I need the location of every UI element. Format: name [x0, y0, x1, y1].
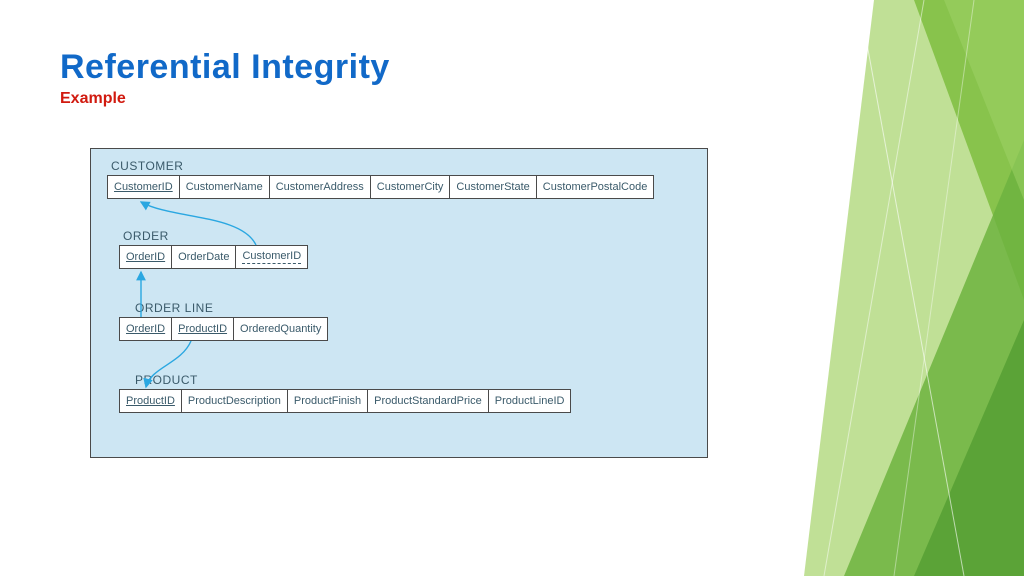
table-row-product: ProductID ProductDescription ProductFini…	[119, 389, 571, 413]
col-customer-customercity: CustomerCity	[371, 175, 451, 199]
col-orderline-orderedquantity: OrderedQuantity	[234, 317, 328, 341]
table-label-orderline: ORDER LINE	[135, 301, 213, 315]
col-orderline-orderid: OrderID	[119, 317, 172, 341]
col-product-productstandardprice: ProductStandardPrice	[368, 389, 489, 413]
col-product-productid: ProductID	[119, 389, 182, 413]
slide-title: Referential Integrity	[60, 48, 390, 87]
col-customer-customerpostalcode: CustomerPostalCode	[537, 175, 655, 199]
col-customer-customeraddress: CustomerAddress	[270, 175, 371, 199]
table-label-customer: CUSTOMER	[111, 159, 183, 173]
col-order-customerid: CustomerID	[236, 245, 308, 269]
col-customer-customerstate: CustomerState	[450, 175, 536, 199]
col-order-orderid: OrderID	[119, 245, 172, 269]
schema-diagram: CUSTOMER CustomerID CustomerName Custome…	[90, 148, 708, 458]
table-label-order: ORDER	[123, 229, 169, 243]
col-product-productfinish: ProductFinish	[288, 389, 368, 413]
slide-subtitle: Example	[60, 90, 126, 108]
table-row-order: OrderID OrderDate CustomerID	[119, 245, 308, 269]
table-row-orderline: OrderID ProductID OrderedQuantity	[119, 317, 328, 341]
col-product-productlineid: ProductLineID	[489, 389, 572, 413]
col-order-orderdate: OrderDate	[172, 245, 236, 269]
table-row-customer: CustomerID CustomerName CustomerAddress …	[107, 175, 654, 199]
table-label-product: PRODUCT	[135, 373, 198, 387]
col-customer-customerid: CustomerID	[107, 175, 180, 199]
col-product-productdescription: ProductDescription	[182, 389, 288, 413]
col-customer-customername: CustomerName	[180, 175, 270, 199]
slide: Referential Integrity Example CUSTOMER C…	[0, 0, 1024, 576]
col-orderline-productid: ProductID	[172, 317, 234, 341]
